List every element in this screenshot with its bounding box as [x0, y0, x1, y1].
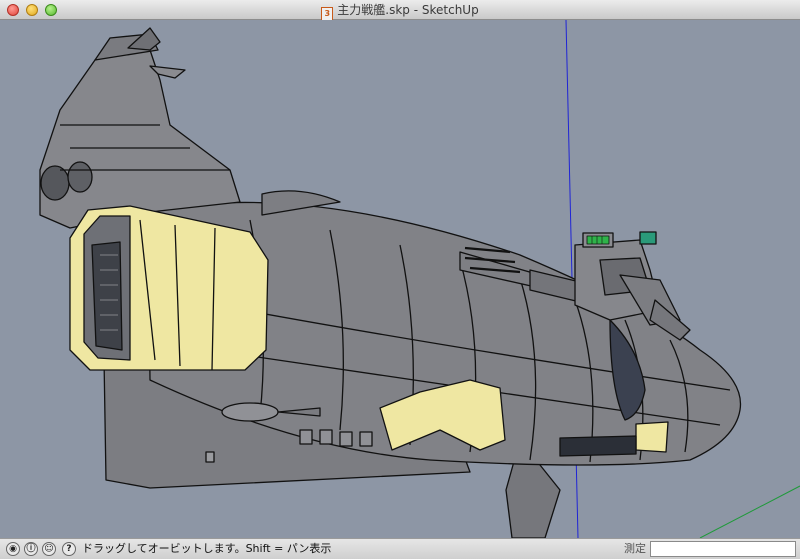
window-title: 3 主力戦艦.skp - SketchUp	[0, 0, 800, 21]
help-icon[interactable]: ?	[62, 542, 76, 556]
model-viewport[interactable]	[0, 20, 800, 538]
green-axis-line	[699, 485, 800, 538]
document-icon[interactable]: 3	[321, 7, 334, 21]
battleship-model[interactable]	[39, 27, 742, 538]
status-bar: ◉ ⓘ ☺ ? ドラッグしてオービットします。Shift = パン表示 測定	[0, 538, 800, 559]
credits-icon[interactable]: ⓘ	[24, 542, 38, 556]
status-message: ドラッグしてオービットします。Shift = パン表示	[82, 542, 332, 555]
window-titlebar: 3 主力戦艦.skp - SketchUp	[0, 0, 800, 21]
measurements-input[interactable]	[650, 541, 796, 557]
user-icon[interactable]: ☺	[42, 542, 56, 556]
model-drawing[interactable]	[0, 20, 800, 538]
window-title-text: 主力戦艦.skp - SketchUp	[337, 3, 479, 17]
measurements-label: 測定	[624, 542, 646, 555]
geolocation-icon[interactable]: ◉	[6, 542, 20, 556]
